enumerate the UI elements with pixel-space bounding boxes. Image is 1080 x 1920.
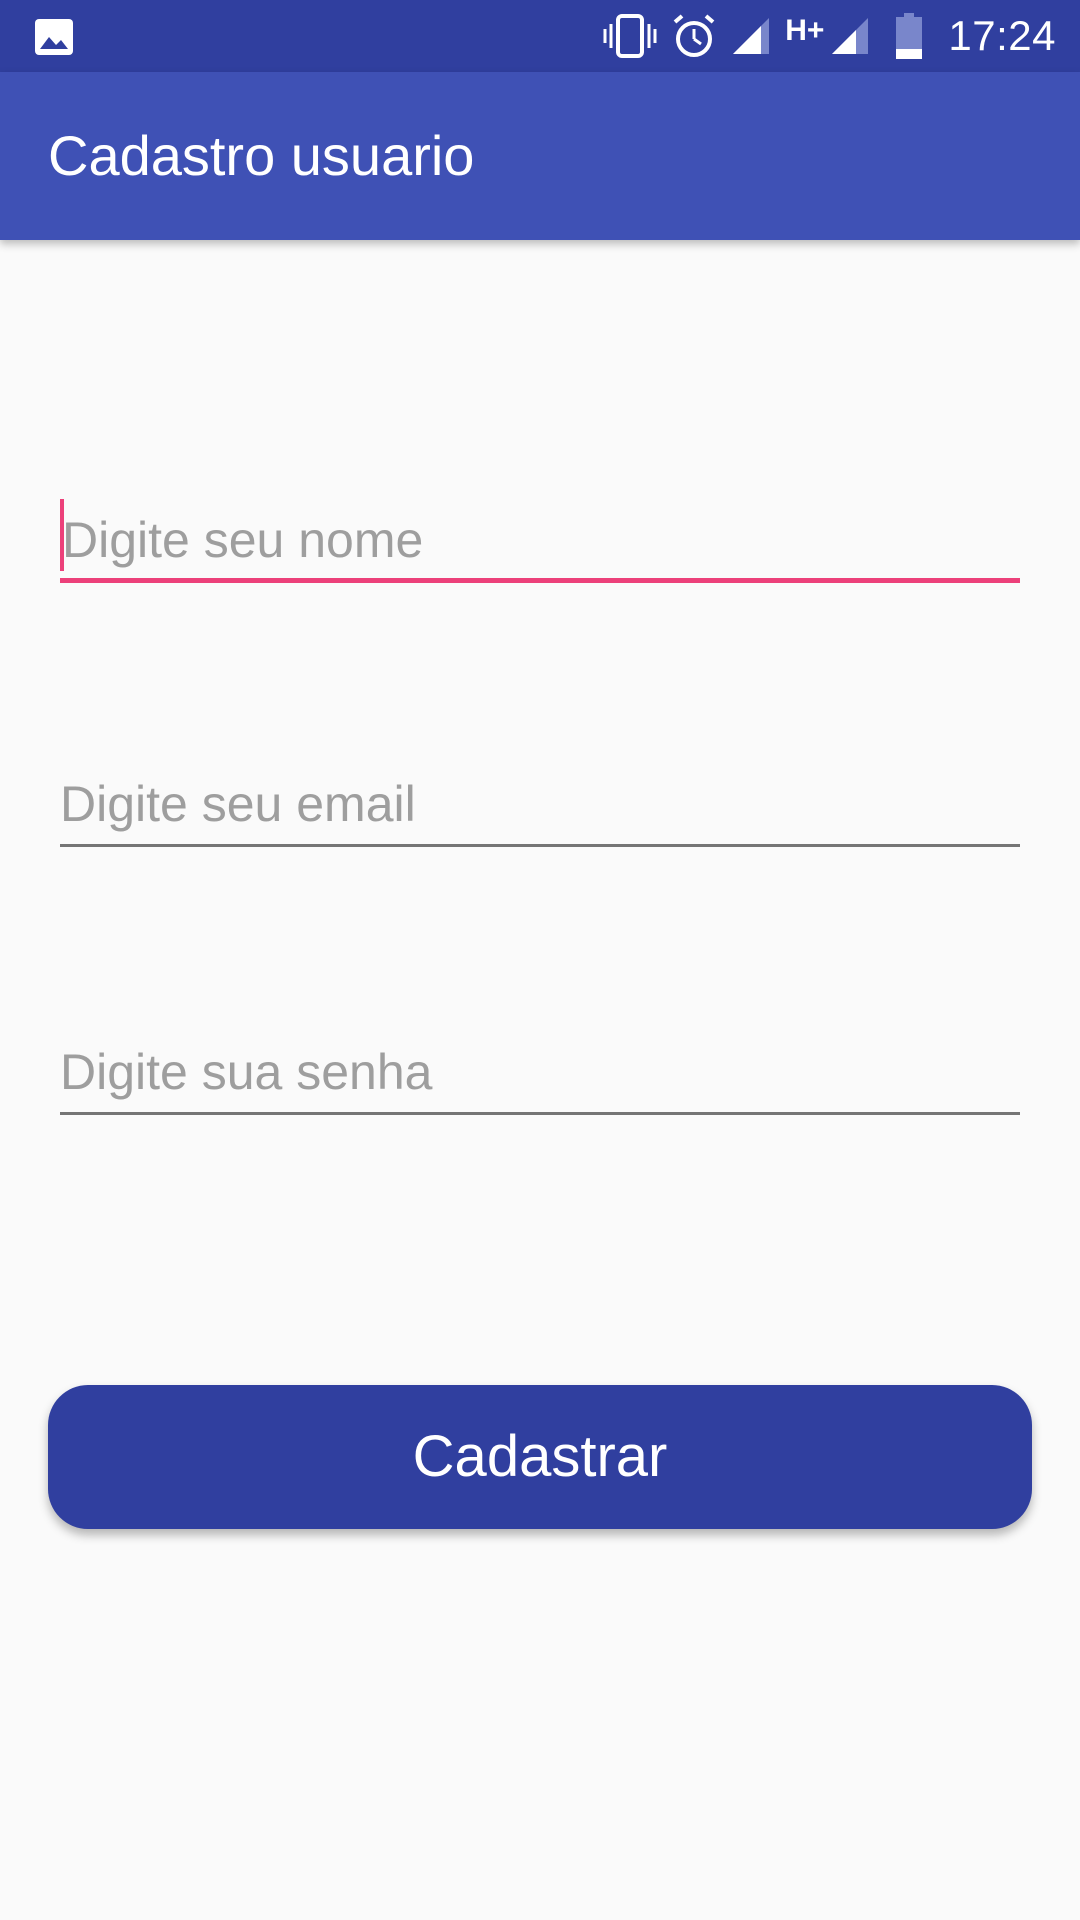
status-time: 17:24: [948, 12, 1056, 59]
network-type-label: H+: [785, 14, 825, 47]
password-field-underline: [60, 1112, 1020, 1115]
signal-icon: [731, 14, 771, 58]
name-field-placeholder: Digite seu nome: [62, 512, 424, 568]
battery-icon: [896, 13, 923, 59]
page-title: Cadastro usuario: [48, 124, 475, 187]
signal-icon: [830, 14, 870, 58]
name-field-underline: [60, 578, 1020, 583]
register-button[interactable]: Cadastrar: [48, 1385, 1032, 1529]
email-field-placeholder: Digite seu email: [60, 776, 416, 832]
email-field[interactable]: Digite seu email: [60, 757, 1020, 847]
password-field[interactable]: Digite sua senha: [60, 1025, 1020, 1115]
name-field[interactable]: Digite seu nome: [60, 493, 1020, 583]
alarm-icon: [671, 14, 717, 58]
password-field-placeholder: Digite sua senha: [60, 1044, 433, 1100]
email-field-underline: [60, 844, 1020, 847]
app-bar: Cadastro usuario: [0, 72, 1080, 240]
vibrate-icon: [603, 14, 657, 58]
status-bar: H+ 17:24: [0, 0, 1080, 72]
image-icon: [35, 19, 73, 55]
status-icons: H+ 17:24: [603, 0, 1056, 72]
